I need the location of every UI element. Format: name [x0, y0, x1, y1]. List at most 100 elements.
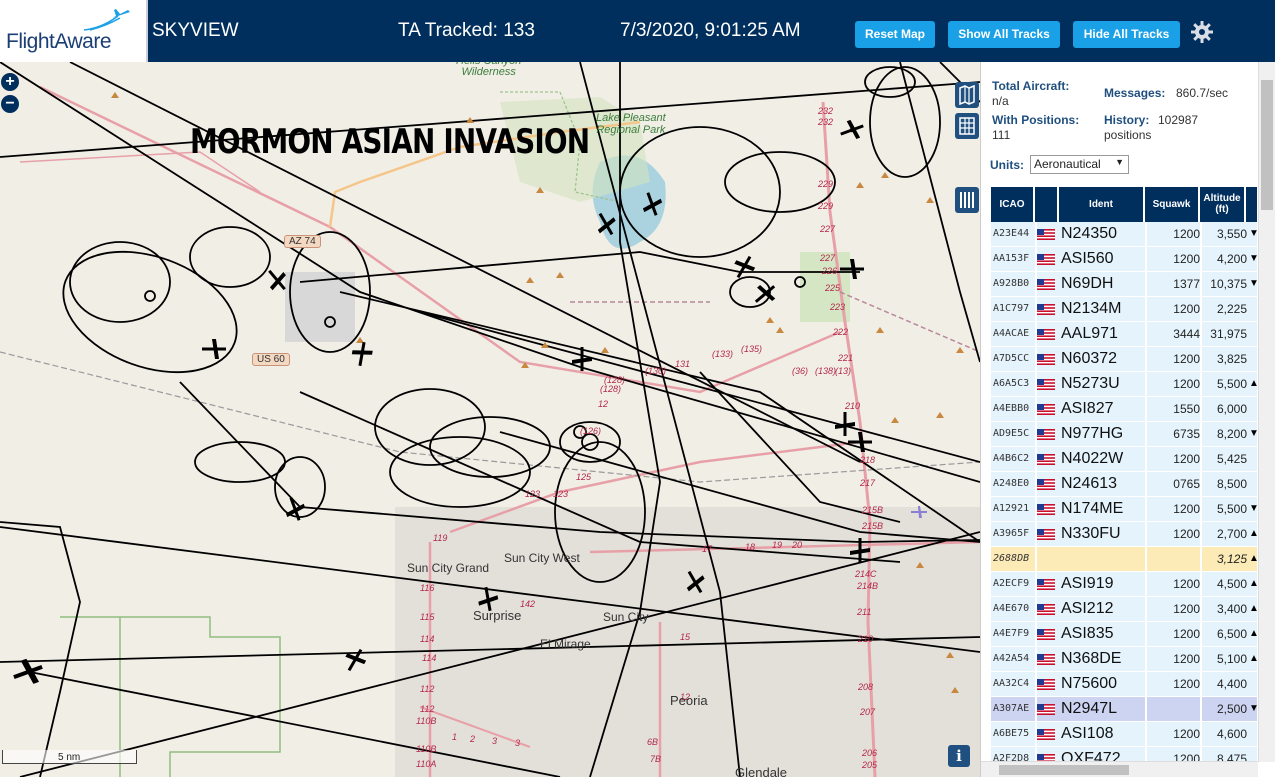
altitude-cell: 4,600 — [1216, 727, 1247, 741]
hide-all-tracks-button[interactable]: Hide All Tracks — [1073, 21, 1180, 48]
table-row[interactable]: A3965F N330FU 1200 2,700 ▲ — [991, 522, 1259, 547]
zoom-out-button[interactable]: − — [1, 95, 19, 113]
svg-text:215B: 215B — [861, 505, 883, 515]
us-flag-icon — [1036, 279, 1055, 290]
cell-divider — [1200, 572, 1202, 596]
svg-text:(36): (36) — [792, 366, 808, 376]
altitude-cell: 8,200 — [1216, 427, 1247, 441]
table-row[interactable]: A42A54 N368DE 1200 5,100 ▲ — [991, 647, 1259, 672]
cell-divider — [1035, 497, 1037, 521]
table-row[interactable]: AA32C4 N75600 1200 4,400 — [991, 672, 1257, 697]
label-sun-city: Sun City — [603, 610, 649, 624]
scrollbar-thumb[interactable] — [1261, 80, 1273, 210]
toggle-sidebar-button[interactable] — [955, 187, 979, 213]
cell-divider — [1145, 347, 1147, 371]
cell-divider — [1035, 647, 1037, 671]
table-row[interactable]: A23E44 N24350 1200 3,550 ▼ — [991, 222, 1259, 247]
ident-cell: N977HG — [1061, 425, 1124, 442]
table-row[interactable]: A928B0 N69DH 1377 10,375 ▼ — [991, 272, 1259, 297]
table-row[interactable]: A248E0 N24613 0765 8,500 — [991, 472, 1257, 497]
col-icao[interactable]: ICAO — [991, 187, 1035, 222]
col-squawk[interactable]: Squawk — [1145, 187, 1200, 222]
svg-text:20: 20 — [791, 540, 802, 550]
cell-divider — [1035, 622, 1037, 646]
table-row[interactable]: A4ACAE AAL971 3444 31,975 — [991, 322, 1257, 347]
altitude-cell: 3,400 — [1216, 602, 1247, 616]
flightaware-logo[interactable]: FlightAware — [0, 0, 148, 62]
zoom-in-button[interactable]: + — [1, 73, 19, 91]
table-row[interactable]: A12921 N174ME 1200 5,500 ▼ — [991, 497, 1259, 522]
table-row[interactable]: A4EBB0 ASI827 1550 6,000 — [991, 397, 1257, 422]
svg-text:206: 206 — [861, 748, 877, 758]
cell-divider — [1145, 697, 1147, 721]
table-row[interactable]: AA153F ASI560 1200 4,200 ▼ — [991, 247, 1259, 272]
squawk-cell: 1200 — [1173, 627, 1200, 641]
table-row[interactable]: A1C797 N2134M 1200 2,225 — [991, 297, 1257, 322]
table-row[interactable]: A4B6C2 N4022W 1200 5,425 — [991, 447, 1257, 472]
cell-divider — [1145, 497, 1147, 521]
show-all-tracks-button[interactable]: Show All Tracks — [948, 21, 1060, 48]
table-row[interactable]: A307AE N2947L 2,500 ▼ — [991, 697, 1259, 722]
altitude-cell: 4,500 — [1216, 577, 1247, 591]
col-altitude-label: Altitude — [1203, 193, 1241, 204]
svg-text:(133): (133) — [712, 349, 733, 359]
hscrollbar-thumb[interactable] — [999, 765, 1129, 775]
icao-cell: A1C797 — [993, 303, 1030, 314]
cell-divider — [1035, 272, 1037, 296]
svg-text:110B: 110B — [416, 716, 436, 726]
with-positions-value: 111 — [992, 128, 1011, 142]
gear-icon[interactable] — [1190, 20, 1214, 44]
icao-cell: A12921 — [993, 503, 1030, 514]
table-row[interactable]: 2688DB 3,125 ▲ — [991, 547, 1259, 572]
cell-divider — [1145, 572, 1147, 596]
squawk-cell: 1200 — [1173, 727, 1200, 741]
reset-map-button[interactable]: Reset Map — [855, 21, 935, 48]
col-more[interactable] — [1246, 187, 1257, 222]
horizontal-scrollbar[interactable] — [981, 761, 1258, 777]
table-row[interactable]: A4E7F9 ASI835 1200 6,500 ▲ — [991, 622, 1259, 647]
altitude-cell: 3,825 — [1216, 352, 1247, 366]
dropdown-arrow-icon: ▼ — [1115, 157, 1124, 167]
cell-divider — [1145, 247, 1147, 271]
vertical-scrollbar[interactable] — [1258, 62, 1275, 762]
squawk-cell: 3444 — [1173, 327, 1200, 341]
grid-icon — [959, 117, 975, 135]
svg-text:116: 116 — [420, 583, 434, 593]
col-flag[interactable] — [1035, 187, 1059, 222]
col-altitude-unit: (ft) — [1215, 204, 1229, 215]
cell-divider — [1200, 597, 1202, 621]
table-row[interactable]: A7D5CC N60372 1200 3,825 — [991, 347, 1257, 372]
total-aircraft-label: Total Aircraft: — [992, 79, 1070, 93]
history-value: 102987 — [1158, 113, 1199, 127]
col-ident[interactable]: Ident — [1059, 187, 1145, 222]
table-row[interactable]: A2ECF9 ASI919 1200 4,500 ▲ — [991, 572, 1259, 597]
altitude-cell: 6,500 — [1216, 627, 1247, 641]
with-positions-label: With Positions: — [992, 113, 1080, 127]
us-flag-icon — [1036, 354, 1055, 365]
table-row[interactable]: AD9E5C N977HG 6735 8,200 ▼ — [991, 422, 1259, 447]
col-altitude[interactable]: Altitude (ft) — [1200, 187, 1246, 222]
map-banner-text: MORMON ASIAN INVASION — [190, 122, 590, 162]
info-button[interactable]: i — [948, 745, 970, 767]
table-row[interactable]: A4E670 ASI212 1200 3,400 ▲ — [991, 597, 1259, 622]
svg-text:221: 221 — [837, 353, 853, 363]
label-us60: US 60 — [252, 353, 290, 366]
cell-divider — [1145, 222, 1147, 246]
map-layers-button[interactable] — [955, 82, 979, 108]
cell-divider — [1200, 422, 1202, 446]
ident-cell: N69DH — [1061, 275, 1114, 292]
icao-cell: A307AE — [993, 703, 1030, 714]
svg-text:205: 205 — [861, 760, 878, 770]
altitude-cell: 5,500 — [1216, 377, 1247, 391]
svg-text:131: 131 — [675, 359, 690, 369]
icao-cell: AD9E5C — [993, 428, 1030, 439]
ident-cell: N174ME — [1061, 500, 1124, 517]
map-canvas[interactable]: 232 232 229 229 227 227 226 225 223 222 221 210 … — [0, 62, 980, 777]
map-icon — [959, 84, 975, 106]
label-hells-canyon: Hells Canyon Wilderness — [456, 62, 521, 78]
map-grid-button[interactable] — [955, 113, 979, 139]
table-row[interactable]: A6BE75 ASI108 1200 4,600 — [991, 722, 1257, 747]
units-select[interactable]: Aeronautical ▼ — [1030, 155, 1129, 174]
table-row[interactable]: A6A5C3 N5273U 1200 5,500 ▲ — [991, 372, 1259, 397]
map-layer: 232232229 229227227 226225223 222221210 … — [0, 62, 980, 777]
